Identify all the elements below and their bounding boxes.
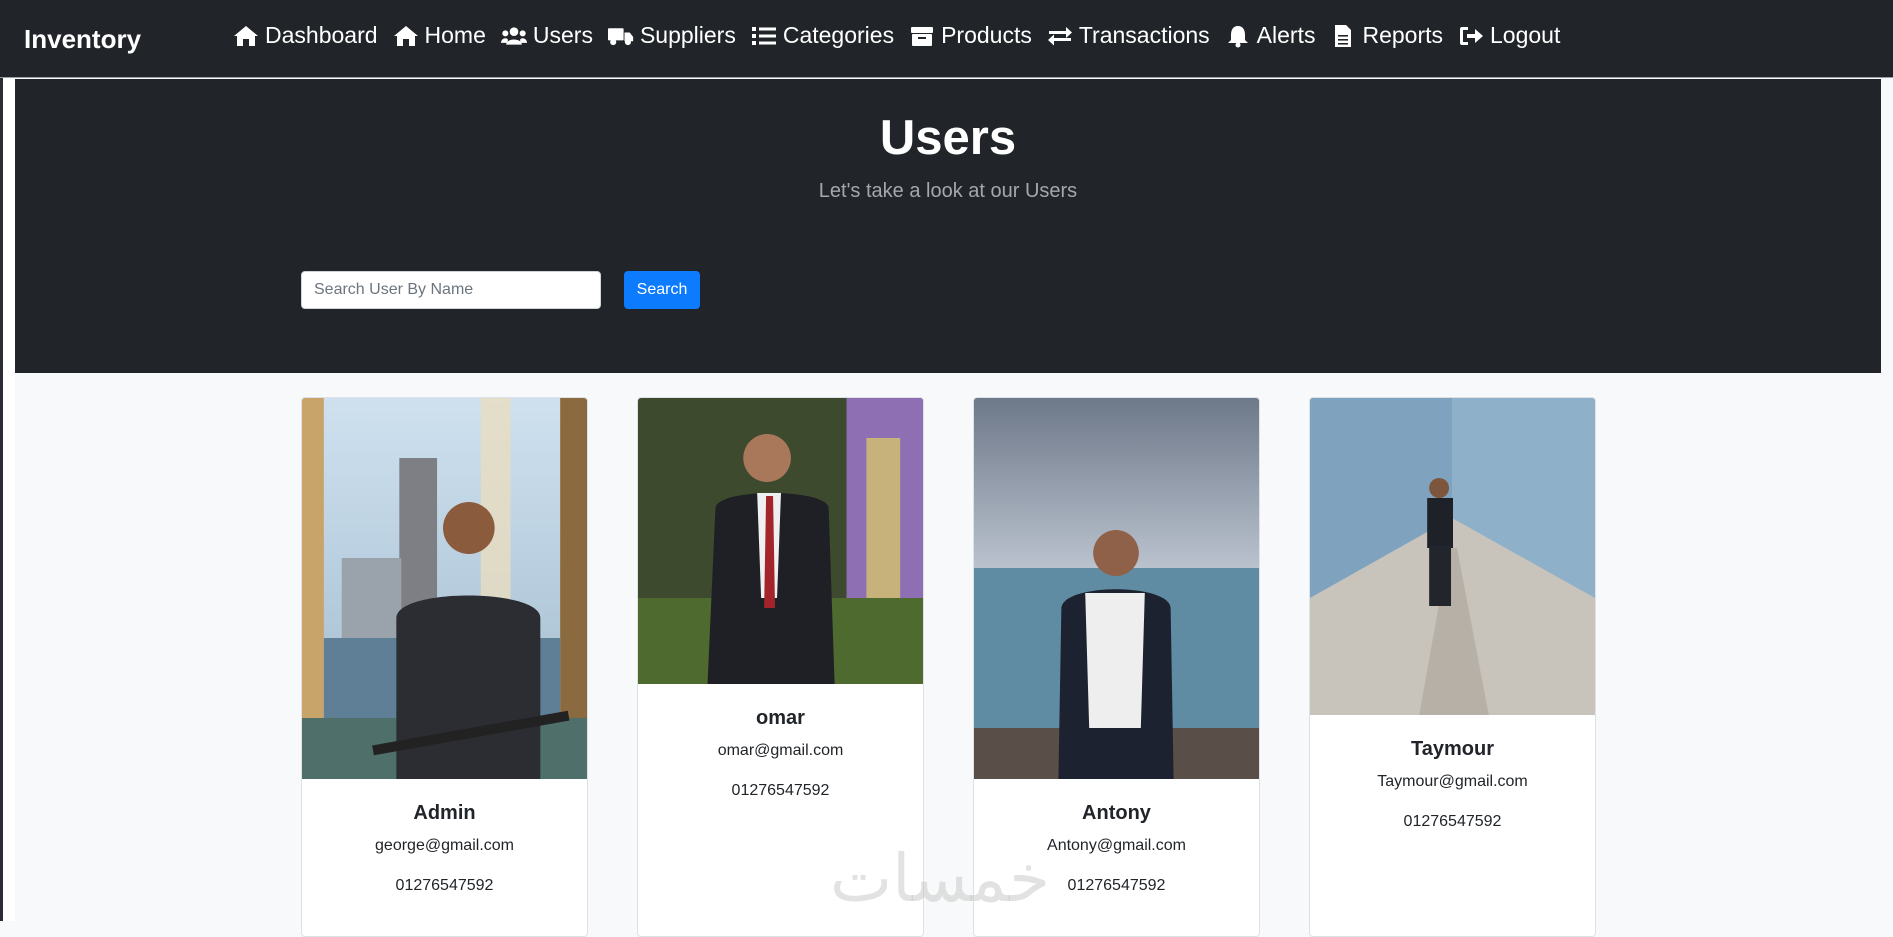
box-icon — [911, 26, 934, 46]
user-photo — [1310, 398, 1595, 715]
user-card: Admin george@gmail.com 01276547592 — [301, 397, 588, 937]
nav-menu: Dashboard Home Users Suppliers Categorie… — [233, 22, 1560, 49]
page-title: Users — [879, 111, 1017, 165]
nav-label: Products — [941, 22, 1032, 48]
list-icon — [751, 26, 776, 45]
nav-item-transactions[interactable]: Transactions — [1047, 22, 1210, 49]
user-name: Taymour — [1411, 738, 1494, 760]
nav-item-home[interactable]: Home — [393, 22, 486, 49]
search-button[interactable]: Search — [624, 271, 700, 309]
nav-item-categories[interactable]: Categories — [751, 22, 894, 49]
page-left-border — [0, 78, 15, 921]
user-phone: 01276547592 — [731, 782, 830, 799]
nav-label: Logout — [1490, 22, 1561, 48]
nav-label: Suppliers — [639, 22, 736, 48]
user-name: Antony — [1082, 802, 1151, 824]
home-icon — [234, 25, 258, 46]
nav-item-reports[interactable]: Reports — [1330, 22, 1443, 49]
watermark: خمسات — [830, 840, 1051, 917]
nav-label: Transactions — [1078, 22, 1210, 48]
user-photo — [974, 398, 1259, 779]
nav-item-users[interactable]: Users — [500, 22, 593, 49]
user-phone: 01276547592 — [1403, 813, 1502, 830]
user-email: george@gmail.com — [375, 837, 514, 854]
user-photo — [638, 398, 923, 684]
hero-section: Users Let's take a look at our Users Sea… — [15, 79, 1881, 373]
nav-label: Categories — [782, 22, 895, 48]
nav-item-logout[interactable]: Logout — [1458, 22, 1560, 49]
user-photo — [302, 398, 587, 779]
bell-icon — [1227, 25, 1248, 47]
page-subtitle: Let's take a look at our Users — [818, 180, 1078, 202]
user-email: omar@gmail.com — [717, 742, 844, 759]
sign-out-icon — [1460, 26, 1483, 45]
user-card: Taymour Taymour@gmail.com 01276547592 — [1309, 397, 1596, 937]
brand-logo[interactable]: Inventory — [24, 24, 141, 55]
nav-label: Home — [424, 22, 486, 48]
nav-item-suppliers[interactable]: Suppliers — [607, 22, 736, 49]
search-input[interactable] — [301, 271, 601, 309]
user-email: Taymour@gmail.com — [1377, 773, 1528, 790]
exchange-icon — [1047, 26, 1072, 45]
user-name: Admin — [413, 802, 476, 824]
nav-label: Alerts — [1256, 22, 1316, 48]
nav-item-products[interactable]: Products — [909, 22, 1032, 49]
truck-icon — [607, 27, 634, 45]
nav-label: Dashboard — [265, 22, 378, 48]
top-navbar: Inventory Dashboard Home Users Suppliers… — [0, 0, 1893, 78]
users-icon — [500, 26, 527, 45]
nav-label: Users — [532, 22, 593, 48]
user-phone: 01276547592 — [395, 877, 494, 894]
file-icon — [1335, 24, 1352, 47]
home-icon — [393, 25, 418, 46]
nav-item-dashboard[interactable]: Dashboard — [233, 22, 378, 49]
user-name: omar — [756, 707, 805, 729]
nav-item-alerts[interactable]: Alerts — [1225, 22, 1316, 49]
nav-label: Reports — [1362, 22, 1443, 48]
